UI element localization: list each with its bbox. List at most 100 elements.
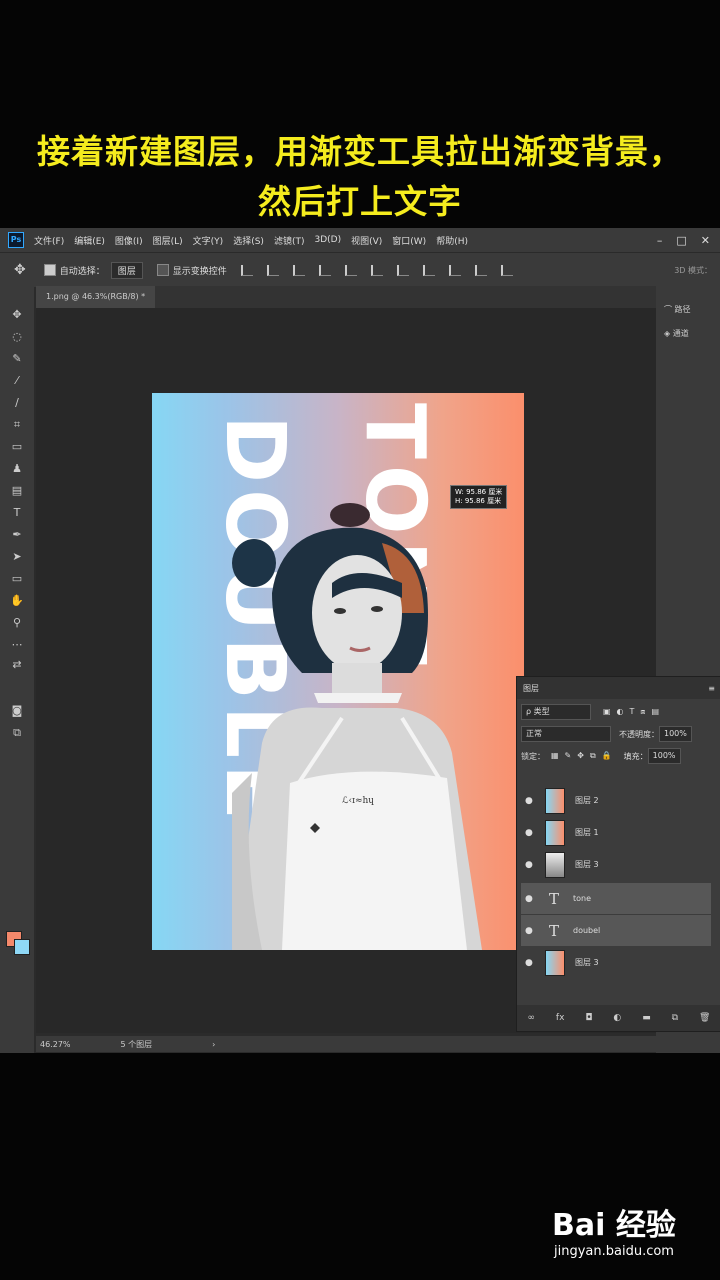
align-top-icon[interactable] xyxy=(240,264,253,276)
minimize-button[interactable]: – xyxy=(657,234,663,247)
document-info: 5 个图层 xyxy=(120,1039,153,1049)
artboard[interactable]: TONE DOUBLE ℒ‹ɪ≈hɥ W: 95.86 厘米 H: 95.86 … xyxy=(152,393,524,950)
move-tool-icon[interactable]: ✥ xyxy=(14,262,26,278)
zoom-tool-icon[interactable]: ⚲ xyxy=(9,616,25,630)
fill-label: 填充： xyxy=(623,751,648,761)
maximize-button[interactable]: □ xyxy=(676,234,686,247)
status-arrow-icon[interactable]: › xyxy=(212,1040,215,1049)
layers-panel: 图层 ≡ ρ 类型 ▣◐T⧈▤ 正常 不透明度： 100% 锁定： ▦✎✥⧉🔒 … xyxy=(516,676,720,1032)
auto-select-checkbox[interactable] xyxy=(43,264,56,276)
menu-filter[interactable]: 滤镜(T) xyxy=(274,234,305,247)
eyedropper-tool-icon[interactable]: ⁄ xyxy=(9,374,25,388)
align-bottom-icon[interactable] xyxy=(292,264,305,276)
text-layer-icon: T xyxy=(548,921,559,940)
layer-row[interactable]: ● 图层 3 xyxy=(521,849,711,880)
close-button[interactable]: ✕ xyxy=(701,234,710,247)
distribute-left-icon[interactable] xyxy=(474,264,487,276)
distribute-vcenter-icon[interactable] xyxy=(422,264,435,276)
menu-file[interactable]: 文件(F) xyxy=(34,234,64,247)
menu-image[interactable]: 图像(I) xyxy=(115,234,143,247)
show-transform-label: 显示变换控件 xyxy=(172,266,227,277)
stamp-tool-icon[interactable]: ♟ xyxy=(9,462,25,476)
visibility-eye-icon[interactable]: ● xyxy=(525,828,535,838)
menu-3d[interactable]: 3D(D) xyxy=(314,235,341,245)
more-tools-icon[interactable]: ⋯ xyxy=(9,638,25,652)
layer-row[interactable]: ● T tone xyxy=(521,883,711,914)
distribute-top-icon[interactable] xyxy=(396,264,409,276)
brush-tool-icon[interactable]: ∕ xyxy=(9,396,25,410)
visibility-eye-icon[interactable]: ● xyxy=(525,958,535,968)
swap-colors-icon[interactable]: ⇄ xyxy=(9,658,25,672)
opacity-field[interactable]: 100% xyxy=(659,726,692,742)
menu-help[interactable]: 帮助(H) xyxy=(436,234,468,247)
visibility-eye-icon[interactable]: ● xyxy=(525,894,535,904)
path-select-tool-icon[interactable]: ➤ xyxy=(9,550,25,564)
layers-panel-footer: ∞ fx ◘ ◐ ▬ ⧉ 🗑 xyxy=(517,1005,720,1031)
layer-name: 图层 2 xyxy=(575,796,599,805)
adjustment-icon[interactable]: ◐ xyxy=(613,1013,621,1023)
filter-kind-dropdown[interactable]: ρ 类型 xyxy=(521,704,591,720)
menu-select[interactable]: 选择(S) xyxy=(233,234,264,247)
layer-row[interactable]: ● 图层 2 xyxy=(521,785,711,816)
menu-edit[interactable]: 编辑(E) xyxy=(74,234,105,247)
gradient-tool-icon[interactable]: ▤ xyxy=(9,484,25,498)
align-hcenter-icon[interactable] xyxy=(344,264,357,276)
quick-select-tool-icon[interactable]: ✎ xyxy=(9,352,25,366)
zoom-level[interactable]: 46.27% xyxy=(40,1040,71,1049)
align-right-icon[interactable] xyxy=(370,264,383,276)
lasso-tool-icon[interactable]: ◌ xyxy=(9,330,25,344)
transform-tooltip: W: 95.86 厘米 H: 95.86 厘米 xyxy=(450,485,508,509)
hand-tool-icon[interactable]: ✋ xyxy=(9,594,25,608)
blend-mode-dropdown[interactable]: 正常 xyxy=(521,726,611,742)
layer-row[interactable]: ● 图层 3 xyxy=(521,947,711,978)
crop-tool-icon[interactable]: ⌗ xyxy=(9,418,25,432)
menu-type[interactable]: 文字(Y) xyxy=(193,234,224,247)
layer-row[interactable]: ● T doubel xyxy=(521,915,711,946)
distribute-hcenter-icon[interactable] xyxy=(500,264,513,276)
menu-window[interactable]: 窗口(W) xyxy=(392,234,426,247)
layer-row[interactable]: ● 图层 1 xyxy=(521,817,711,848)
layer-filter-row: ρ 类型 ▣◐T⧈▤ xyxy=(521,703,717,721)
pen-tool-icon[interactable]: ✒ xyxy=(9,528,25,542)
caption-line-1: 接着新建图层，用渐变工具拉出渐变背景， xyxy=(37,132,683,171)
auto-select-dropdown[interactable]: 图层 xyxy=(110,261,143,279)
menu-layer[interactable]: 图层(L) xyxy=(153,234,183,247)
layer-thumbnail xyxy=(545,851,565,878)
layer-name: tone xyxy=(573,894,592,903)
background-color-swatch[interactable] xyxy=(14,939,30,955)
photoshop-logo-icon: Ps xyxy=(8,232,24,248)
folder-icon[interactable]: ▬ xyxy=(642,1013,651,1023)
visibility-eye-icon[interactable]: ● xyxy=(525,926,535,936)
eraser-tool-icon[interactable]: ▭ xyxy=(9,440,25,454)
visibility-eye-icon[interactable]: ● xyxy=(525,796,535,806)
fill-field[interactable]: 100% xyxy=(647,748,681,764)
show-transform-checkbox[interactable] xyxy=(156,264,169,276)
options-bar: ✥ 自动选择： 图层 显示变换控件 3D 模式： xyxy=(0,252,720,287)
new-layer-icon[interactable]: ⧉ xyxy=(672,1013,678,1023)
channels-panel-tab[interactable]: ◈ 通道 xyxy=(664,328,689,339)
distribute-bottom-icon[interactable] xyxy=(448,264,461,276)
panel-menu-icon[interactable]: ≡ xyxy=(708,684,715,693)
layer-thumbnail xyxy=(545,787,565,814)
layers-panel-title[interactable]: 图层 xyxy=(523,683,539,694)
lock-icons[interactable]: ▦✎✥⧉🔒 xyxy=(551,751,618,761)
mask-icon[interactable]: ◘ xyxy=(585,1013,592,1023)
layer-thumbnail xyxy=(545,949,565,976)
paths-panel-tab[interactable]: ⌒ 路径 xyxy=(664,304,691,315)
trash-icon[interactable]: 🗑 xyxy=(699,1013,710,1023)
fx-icon[interactable]: fx xyxy=(556,1013,565,1023)
align-left-icon[interactable] xyxy=(318,264,331,276)
quick-mask-icon[interactable]: ◙ xyxy=(9,704,25,718)
type-tool-icon[interactable]: T xyxy=(9,506,25,520)
document-tab[interactable]: 1.png @ 46.3%(RGB/8) * xyxy=(36,286,156,308)
rectangle-tool-icon[interactable]: ▭ xyxy=(9,572,25,586)
link-icon[interactable]: ∞ xyxy=(527,1013,535,1023)
layer-name: 图层 1 xyxy=(575,828,599,837)
move-tool-icon[interactable]: ✥ xyxy=(9,308,25,322)
visibility-eye-icon[interactable]: ● xyxy=(525,860,535,870)
layer-name: 图层 3 xyxy=(575,958,599,967)
align-vcenter-icon[interactable] xyxy=(266,264,279,276)
screen-mode-icon[interactable]: ⧉ xyxy=(9,726,25,740)
filter-icons[interactable]: ▣◐T⧈▤ xyxy=(603,707,665,717)
menu-view[interactable]: 视图(V) xyxy=(351,234,382,247)
